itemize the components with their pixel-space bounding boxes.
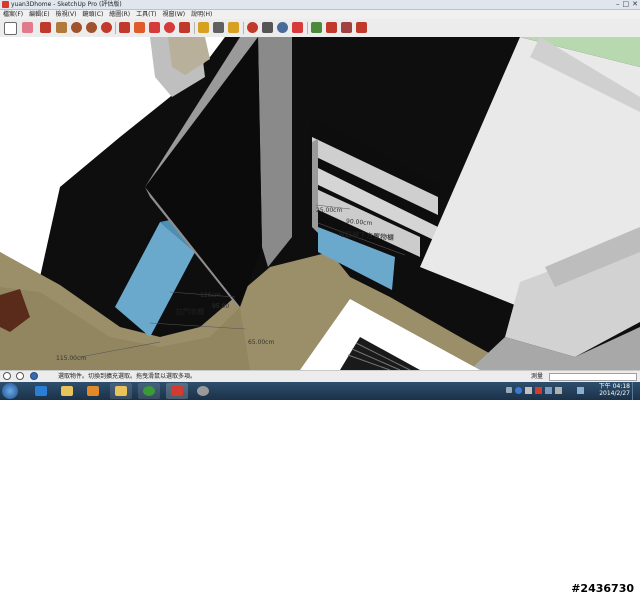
clock-time: 下午 04:18 <box>598 383 630 390</box>
chrome-icon <box>143 386 155 396</box>
taskbar-media[interactable] <box>82 383 104 399</box>
share-model-icon[interactable] <box>356 22 367 33</box>
menu-tools[interactable]: 工具(T) <box>136 10 156 19</box>
arc-icon[interactable] <box>101 22 112 33</box>
taskbar-folder[interactable] <box>110 383 132 399</box>
select-arrow-icon[interactable] <box>4 22 17 35</box>
taskbar-explorer[interactable] <box>56 383 78 399</box>
tray-app-icon[interactable] <box>525 387 532 394</box>
label-closet: 拉門衣櫃 <box>176 308 204 316</box>
menu-file[interactable]: 檔案(F) <box>3 10 23 19</box>
tray-volume-icon[interactable] <box>555 387 562 394</box>
toolbar-separator <box>307 22 308 34</box>
ie-icon <box>35 386 47 396</box>
dim-115cm: 115.00cm <box>56 355 87 362</box>
offset-icon[interactable] <box>179 22 190 33</box>
eraser-icon[interactable] <box>22 22 33 33</box>
menu-camera[interactable]: 鏡頭(C) <box>82 10 103 19</box>
sketchup-app-icon <box>2 1 9 8</box>
text-icon[interactable] <box>228 22 239 33</box>
media-player-icon <box>87 386 99 396</box>
menu-bar: 檔案(F) 編輯(E) 檢視(V) 鏡頭(C) 繪圖(R) 工具(T) 視窗(W… <box>0 10 640 19</box>
tape-measure-icon[interactable] <box>198 22 209 33</box>
circle-icon[interactable] <box>71 22 82 33</box>
maximize-icon[interactable]: □ <box>623 0 630 9</box>
move-icon[interactable] <box>149 22 160 33</box>
pan-icon[interactable] <box>262 22 273 33</box>
zoom-extents-icon[interactable] <box>292 22 303 33</box>
tray-flag-icon[interactable] <box>577 387 584 394</box>
taskbar-ie[interactable] <box>30 383 52 399</box>
tray-help-icon[interactable] <box>515 387 522 394</box>
rotate-icon[interactable] <box>164 22 175 33</box>
menu-edit[interactable]: 編輯(E) <box>29 10 49 19</box>
windows-taskbar: 下午 04:18 2014/2/27 <box>0 382 640 400</box>
components-icon[interactable] <box>326 22 337 33</box>
window-controls: – □ ✕ <box>616 0 638 9</box>
paint-bucket-icon[interactable] <box>311 22 322 33</box>
orbit-icon[interactable] <box>247 22 258 33</box>
push-pull-icon[interactable] <box>119 22 130 33</box>
warehouse-icon[interactable] <box>341 22 352 33</box>
toolbar-separator <box>243 22 244 34</box>
tray-keyboard-icon[interactable] <box>506 387 512 393</box>
geo-location-icon[interactable] <box>3 372 11 380</box>
taskbar-chrome[interactable] <box>138 383 160 399</box>
taskbar-sketchup[interactable] <box>166 383 188 399</box>
taskbar-clock[interactable]: 下午 04:18 2014/2/27 <box>599 383 630 397</box>
dim-65cm: 65.00cm <box>248 339 275 346</box>
main-toolbar <box>0 19 640 38</box>
minimize-icon[interactable]: – <box>616 0 620 9</box>
pencil-line-icon[interactable] <box>40 22 51 33</box>
dim-126cm: 126cm <box>200 292 221 299</box>
menu-view[interactable]: 檢視(V) <box>56 10 77 19</box>
rectangle-icon[interactable] <box>56 22 67 33</box>
menu-draw[interactable]: 繪圖(R) <box>109 10 130 19</box>
polygon-icon[interactable] <box>86 22 97 33</box>
zoom-icon[interactable] <box>277 22 288 33</box>
menu-window[interactable]: 視窗(W) <box>163 10 186 19</box>
toolbar-separator <box>194 22 195 34</box>
menu-help[interactable]: 說明(H) <box>191 10 212 19</box>
scene-drawing <box>0 37 640 370</box>
tray-security-icon[interactable] <box>535 387 542 394</box>
clock-date: 2014/2/27 <box>599 390 630 397</box>
follow-me-icon[interactable] <box>134 22 145 33</box>
window-title: yuan3Dhome - SketchUp Pro (評估版) <box>11 1 122 8</box>
tray-network-icon[interactable] <box>545 387 552 394</box>
window-titlebar: yuan3Dhome - SketchUp Pro (評估版) – □ ✕ <box>0 0 640 10</box>
measurements-input[interactable] <box>549 373 637 381</box>
watermark-id: #2436730 <box>571 582 634 595</box>
folder-icon <box>115 386 127 396</box>
taskbar-control[interactable] <box>192 383 214 399</box>
toolbar-separator <box>115 22 116 34</box>
credits-icon[interactable] <box>16 372 24 380</box>
dim-25cm: 25.00cm <box>316 207 343 214</box>
start-button[interactable] <box>2 383 18 399</box>
dim-95cm: 95.00 <box>212 303 230 310</box>
show-desktop-button[interactable] <box>632 382 640 400</box>
dimension-icon[interactable] <box>213 22 224 33</box>
sketchup-icon <box>171 386 183 396</box>
close-icon[interactable]: ✕ <box>632 0 638 9</box>
help-icon[interactable] <box>30 372 38 380</box>
control-icon <box>197 386 209 396</box>
model-viewport[interactable]: 90.00cm 25.00cm 電器櫃下方置物櫃 126cm 拉門衣櫃 95.0… <box>0 37 640 370</box>
explorer-folder-icon <box>61 386 73 396</box>
